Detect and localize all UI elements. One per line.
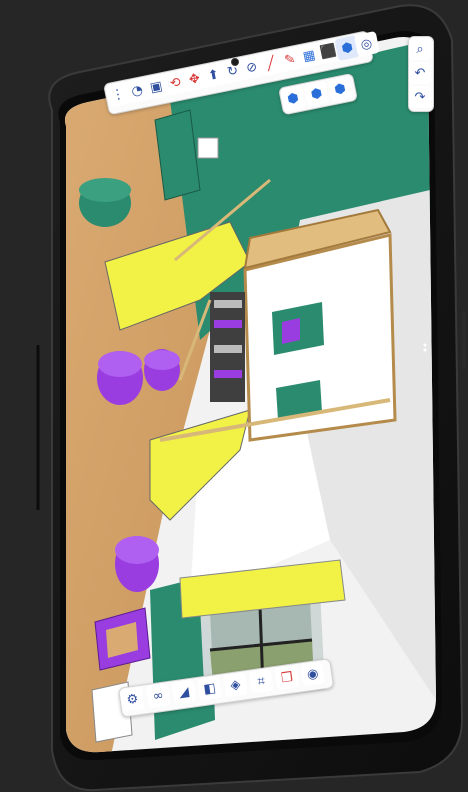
tablet-device: ⋮ ◔ ▣ ⟲ ✥ ⬆ ↻ ⊘ ╱ ✎ ▦ ⬛ ⬢ ◎ ⬢ ⬢ ⬢ ⌕ ↶ ↷ ⚙ ∞ ◢ ◧ ◈ ⌗ ❒ ◉ (0, 0, 468, 792)
selection-icon: ⌗ (256, 673, 266, 690)
eraser-button[interactable]: ◢ (171, 679, 197, 705)
tape-measure-icon: ⊘ (244, 58, 259, 76)
pencil-icon: ✎ (283, 51, 297, 69)
settings-button[interactable]: ⚙ (120, 686, 145, 712)
section-display-button[interactable]: ⬢ (327, 76, 353, 102)
materials-icon: ◧ (202, 680, 217, 697)
cube-button[interactable]: ◈ (222, 672, 248, 698)
paint-bucket-icon: ◔ (130, 82, 145, 100)
right-rail-buttons: ⌕ ↶ ↷ (409, 38, 431, 108)
eraser-icon: ◢ (177, 684, 190, 701)
orbit-icon: ⟲ (168, 74, 183, 92)
selection-button[interactable]: ⌗ (248, 668, 274, 694)
camera-button[interactable]: ◉ (300, 661, 326, 687)
component-icon: ▣ (148, 78, 164, 96)
undo-icon: ↶ (414, 65, 426, 81)
more-vertical-icon: ⋮ (110, 85, 126, 104)
section-plane-icon: ⬢ (340, 39, 355, 57)
outliner-icon: ❒ (280, 669, 294, 686)
search-button[interactable]: ⌕ (409, 38, 431, 60)
layers-button[interactable]: ∞ (145, 683, 171, 709)
box-tool-icon: ⬛ (318, 42, 338, 61)
push-pull-icon: ⬆ (206, 66, 221, 84)
section-cut-button[interactable]: ⬢ (280, 85, 306, 112)
section-display-icon: ⬢ (332, 80, 348, 98)
redo-icon: ↷ (414, 89, 426, 105)
line-icon: ╱ (265, 55, 277, 72)
section-fill-icon: ⬢ (309, 85, 324, 103)
camera-icon: ◉ (305, 665, 320, 683)
spiral-button[interactable]: ◎ (353, 31, 380, 58)
section-cut-icon: ⬢ (285, 90, 301, 108)
save-icon: ▦ (301, 47, 317, 65)
search-icon: ⌕ (416, 41, 424, 57)
settings-icon: ⚙ (125, 691, 140, 708)
cube-icon: ◈ (229, 676, 242, 694)
layers-icon: ∞ (151, 687, 165, 704)
spiral-icon: ◎ (359, 35, 374, 53)
undo-button[interactable]: ↶ (409, 62, 431, 84)
materials-button[interactable]: ◧ (197, 676, 223, 701)
redo-button[interactable]: ↷ (409, 86, 431, 108)
move-icon: ✥ (187, 70, 202, 88)
rotate-icon: ↻ (225, 62, 240, 80)
section-fill-button[interactable]: ⬢ (303, 80, 330, 107)
outliner-button[interactable]: ❒ (274, 665, 300, 691)
front-camera (231, 58, 239, 66)
